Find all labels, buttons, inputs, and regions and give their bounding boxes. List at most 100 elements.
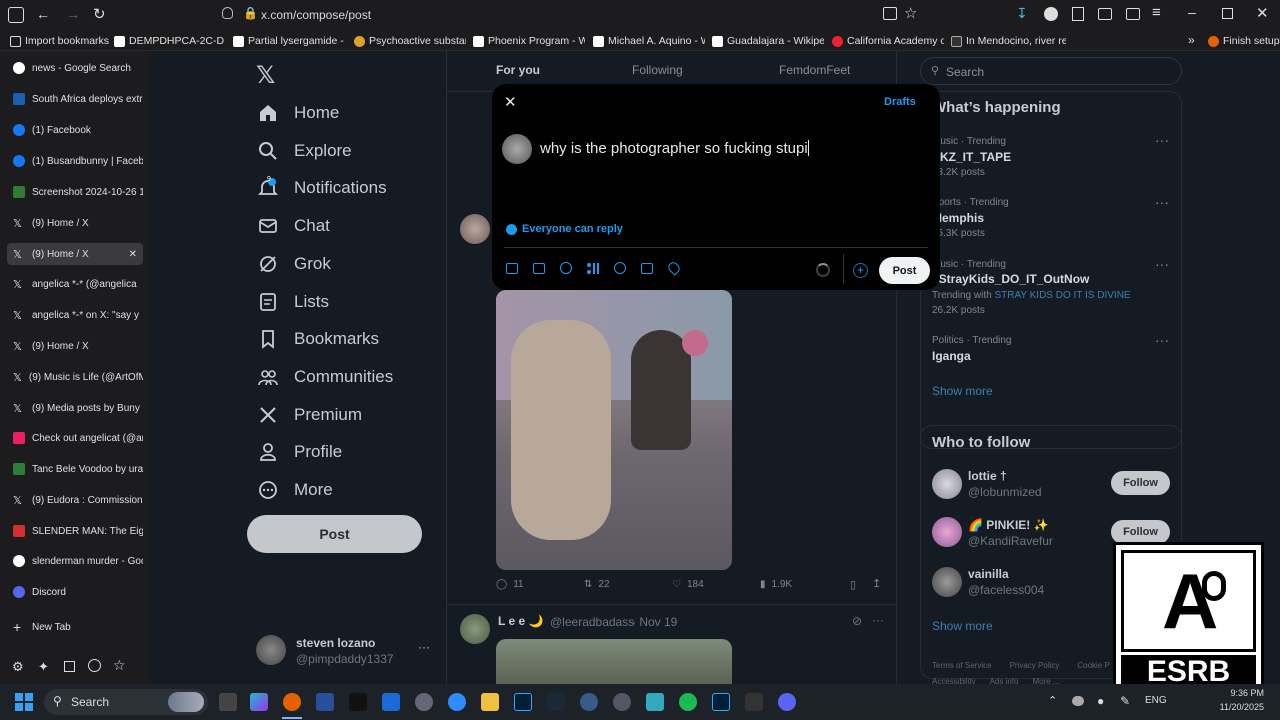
nav-home[interactable]: Home — [258, 98, 339, 128]
repost-button[interactable]: ⇅ 22 — [584, 579, 610, 590]
history-icon[interactable] — [88, 659, 101, 672]
compose-textarea[interactable]: why is the photographer so fucking stupi — [540, 140, 930, 230]
bookmark-item[interactable]: Phoenix Program - Wi... — [473, 33, 585, 49]
bookmark-item[interactable]: DEMPDHPCA-2C-D - ... — [114, 33, 226, 49]
maximize-icon[interactable] — [1222, 8, 1233, 19]
bookmark-item[interactable]: Guadalajara - Wikipedia — [712, 33, 824, 49]
more-bookmarks-icon[interactable]: » — [1188, 33, 1195, 47]
tab-item[interactable]: 𝕏angelica *-* on X: "say y — [7, 304, 143, 326]
tab-item[interactable]: (1) Busandbunny | Faceboo — [7, 150, 143, 172]
tab-item[interactable]: South Africa deploys extra — [7, 88, 143, 110]
bookmark-item[interactable]: In Mendocino, river re... — [951, 33, 1066, 49]
close-window-icon[interactable]: ✕ — [1256, 4, 1269, 22]
share-icon[interactable]: ↥ — [872, 577, 881, 590]
pen-icon[interactable]: ✎ — [1120, 694, 1130, 708]
emoji-icon[interactable] — [614, 262, 626, 274]
footer-link[interactable]: Privacy Policy — [1010, 661, 1060, 670]
nav-profile[interactable]: Profile — [258, 437, 342, 467]
bookmark-post-icon[interactable]: ▯ — [850, 578, 856, 591]
tab-item[interactable]: Screenshot 2024-10-26 12 — [7, 181, 143, 203]
bookmark-item[interactable]: Psychoactive substanc... — [354, 33, 466, 49]
tab-item[interactable]: 𝕏angelica *-* (@angelica — [7, 273, 143, 295]
follow-button[interactable]: Follow — [1111, 471, 1170, 495]
minimize-icon[interactable]: – — [1188, 4, 1196, 20]
tab-item[interactable]: SLENDER MAN: The Eight — [7, 520, 143, 542]
file-explorer-icon[interactable] — [481, 693, 499, 711]
views-button[interactable]: ▮ 1.9K — [760, 579, 792, 590]
new-tab-button[interactable]: + New Tab — [7, 616, 143, 638]
grok-compose-icon[interactable] — [560, 262, 572, 274]
app-icon[interactable] — [316, 693, 334, 711]
container-icon[interactable] — [1098, 8, 1112, 20]
privacy-badger-icon[interactable] — [1044, 7, 1058, 21]
sidebar-post-button[interactable]: Post — [247, 515, 422, 553]
trend-link[interactable]: STRAY KIDS DO IT IS DIVINE — [994, 290, 1130, 301]
tray-chevron-icon[interactable]: ⌃ — [1048, 694, 1057, 707]
clock-date[interactable]: 11/20/2025 — [1212, 702, 1264, 712]
poll-icon[interactable] — [587, 263, 599, 274]
bookmarks-icon[interactable]: ☆ — [113, 657, 126, 674]
show-more-link[interactable]: Show more — [932, 384, 993, 398]
bookmark-item[interactable]: California Academy of... — [832, 33, 944, 49]
tab-item[interactable]: (1) Facebook — [7, 119, 143, 141]
footer-link[interactable]: Accessibility — [932, 677, 976, 684]
tab-item[interactable]: 𝕏 (9) Media posts by Buny — [7, 397, 143, 419]
bookmark-item[interactable]: Import bookmarks... — [10, 33, 110, 49]
footer-link[interactable]: Ads info — [990, 677, 1019, 684]
nav-bookmarks[interactable]: Bookmarks — [258, 324, 379, 354]
tab-item[interactable]: slenderman murder - Goo — [7, 550, 143, 572]
defender-icon[interactable] — [382, 693, 400, 711]
photoshop-icon[interactable] — [712, 693, 730, 711]
footer-link[interactable]: Cookie P — [1077, 661, 1109, 670]
terminal-icon[interactable] — [745, 693, 763, 711]
taskbar-search[interactable]: ⚲ Search — [44, 689, 208, 715]
location-icon[interactable] — [666, 260, 682, 276]
copilot-icon[interactable] — [250, 693, 268, 711]
post-button[interactable]: Post — [879, 257, 930, 284]
tab-item[interactable]: Discord — [7, 581, 143, 603]
sidebar-toggle-icon[interactable] — [8, 7, 24, 23]
finish-setup-link[interactable]: Finish setup — [1208, 33, 1280, 49]
photoshop-icon[interactable] — [514, 693, 532, 711]
address-bar[interactable]: 🔒 x.com/compose/post — [212, 4, 872, 26]
tab-for-you[interactable]: For you — [496, 63, 540, 77]
reply-setting-button[interactable]: Everyone can reply — [506, 223, 623, 235]
like-button[interactable]: ♡ 184 — [672, 579, 704, 590]
tab-item[interactable]: news - Google Search — [7, 57, 143, 79]
nav-chat[interactable]: Chat — [258, 211, 330, 241]
footer-link[interactable]: Terms of Service — [932, 661, 992, 670]
media-icon[interactable] — [506, 263, 518, 274]
nav-lists[interactable]: Lists — [258, 287, 329, 317]
app-icon[interactable] — [613, 693, 631, 711]
account-menu-icon[interactable]: ··· — [418, 640, 430, 654]
settings-taskbar-icon[interactable] — [415, 693, 433, 711]
extensions-icon[interactable] — [1072, 7, 1084, 21]
tab-item[interactable]: 𝕏 (9) Home / X — [7, 335, 143, 357]
reader-icon[interactable] — [883, 7, 897, 20]
download-icon[interactable]: ↧ — [1016, 5, 1028, 22]
trend-more-icon[interactable]: ··· — [1155, 332, 1169, 348]
onedrive-icon[interactable] — [1072, 696, 1084, 706]
footer-link[interactable]: More ... — [1032, 677, 1059, 684]
firefox-taskbar-icon[interactable] — [283, 693, 301, 711]
tab-item[interactable]: 𝕏 (9) Music is Life (@ArtOfM — [7, 366, 143, 388]
add-thread-icon[interactable]: + — [853, 263, 868, 278]
tab-following[interactable]: Following — [632, 63, 683, 77]
nav-more[interactable]: More — [258, 475, 333, 505]
nav-notifications[interactable]: Notifications — [258, 173, 387, 203]
tabs-icon[interactable] — [64, 661, 75, 672]
follow-avatar[interactable] — [932, 517, 962, 547]
discord-taskbar-icon[interactable] — [778, 693, 796, 711]
post-image[interactable] — [496, 290, 732, 570]
bookmark-item[interactable]: Partial lysergamide - ... — [233, 33, 346, 49]
tab-item[interactable]: Check out angelicat (@ang — [7, 427, 143, 449]
microphone-icon[interactable]: ● — [1097, 694, 1104, 708]
follow-avatar[interactable] — [932, 567, 962, 597]
follow-button[interactable]: Follow — [1111, 520, 1170, 544]
gif-icon[interactable] — [533, 263, 545, 274]
nav-grok[interactable]: Grok — [258, 249, 331, 279]
trend-more-icon[interactable]: ··· — [1155, 194, 1169, 210]
reload-icon[interactable]: ↻ — [93, 5, 106, 23]
settings-icon[interactable]: ⚙ — [12, 659, 24, 675]
tab-item[interactable]: 𝕏 (9) Eudora : Commission — [7, 489, 143, 511]
